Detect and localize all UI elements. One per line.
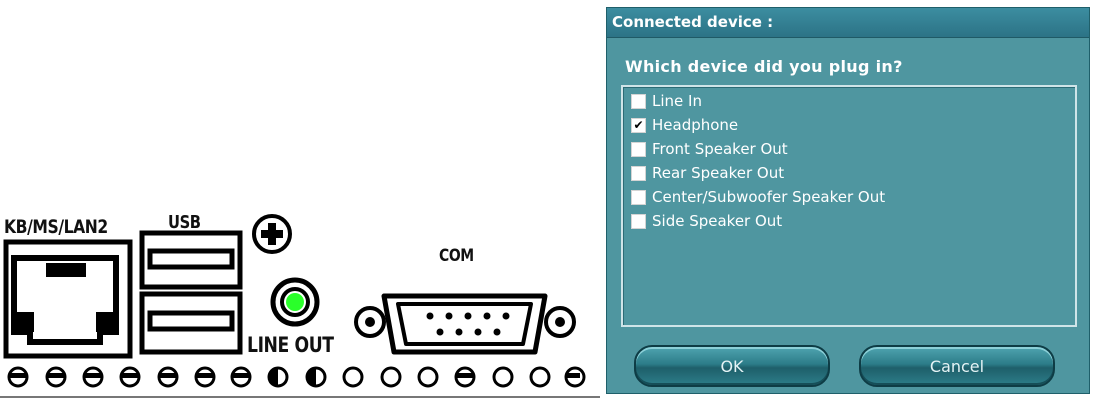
line-in-checkbox[interactable] <box>631 93 646 109</box>
option-side-speaker-out[interactable]: Side Speaker Out <box>631 209 782 233</box>
usb-ports <box>139 230 243 355</box>
dialog-title: Connected device : <box>612 13 774 31</box>
cancel-button[interactable]: Cancel <box>859 345 1055 387</box>
device-list: Line In ✔ Headphone Front Speaker Out Re… <box>621 85 1077 327</box>
com-label: COM <box>439 246 474 266</box>
option-label: Side Speaker Out <box>652 212 783 230</box>
option-label: Rear Speaker Out <box>652 164 785 182</box>
option-front-speaker-out[interactable]: Front Speaker Out <box>631 137 788 161</box>
rear-speaker-out-checkbox[interactable] <box>631 165 646 181</box>
lan-port <box>3 239 133 359</box>
line-out-label: LINE OUT <box>247 333 334 357</box>
option-rear-speaker-out[interactable]: Rear Speaker Out <box>631 161 784 185</box>
headphone-checkbox[interactable]: ✔ <box>631 117 646 133</box>
option-headphone[interactable]: ✔ Headphone <box>631 113 738 137</box>
center-subwoofer-checkbox[interactable] <box>631 189 646 205</box>
rear-panel-illustration: KB/MS/LAN2 USB COM LINE OUT <box>0 0 600 401</box>
option-line-in[interactable]: Line In <box>631 89 702 113</box>
rivet-row <box>7 366 586 388</box>
option-label: Front Speaker Out <box>652 140 788 158</box>
ok-button[interactable]: OK <box>634 345 830 387</box>
option-label: Headphone <box>652 116 739 134</box>
option-label: Center/Subwoofer Speaker Out <box>652 188 886 206</box>
front-speaker-out-checkbox[interactable] <box>631 141 646 157</box>
device-question: Which device did you plug in? <box>625 57 903 76</box>
connected-device-dialog: Connected device : Which device did you … <box>606 7 1090 394</box>
usb-label: USB <box>168 212 201 233</box>
option-center-subwoofer-speaker-out[interactable]: Center/Subwoofer Speaker Out <box>631 185 885 209</box>
ground-screw-icon <box>252 214 292 254</box>
side-speaker-out-checkbox[interactable] <box>631 213 646 229</box>
line-out-jack <box>270 277 320 327</box>
lan2-label: KB/MS/LAN2 <box>4 216 108 238</box>
com-port <box>354 293 576 355</box>
option-label: Line In <box>652 92 702 110</box>
dialog-titlebar[interactable]: Connected device : <box>607 8 1089 38</box>
